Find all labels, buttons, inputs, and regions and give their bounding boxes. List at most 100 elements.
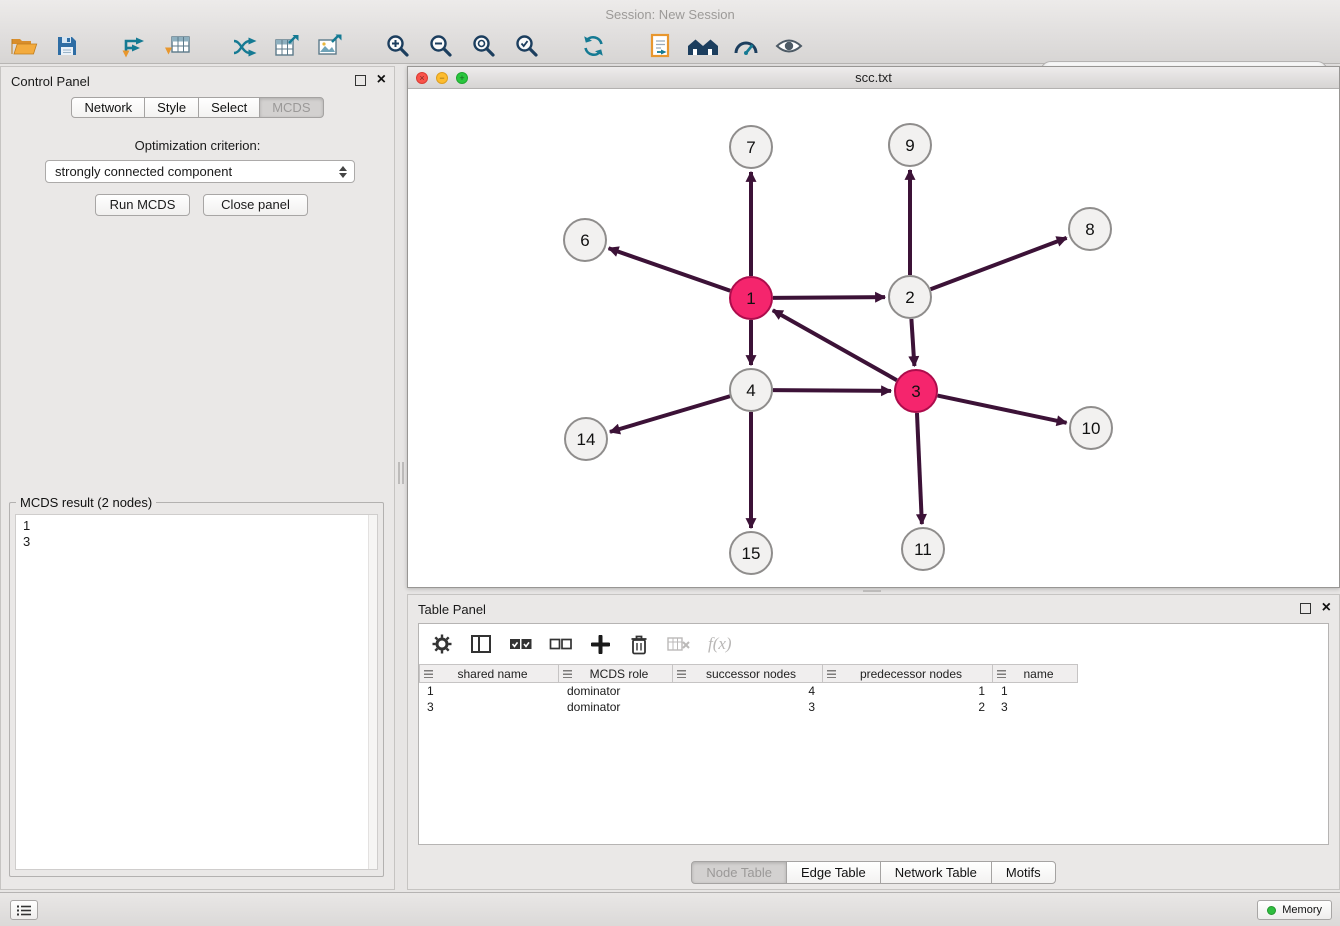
tab-mcds[interactable]: MCDS [259,97,323,118]
close-panel-icon[interactable]: × [377,71,386,89]
delete-column-icon[interactable] [628,632,650,656]
column-header-mcds-role[interactable]: MCDS role [559,664,673,683]
graph-node-label: 11 [914,540,932,559]
deselect-all-icon[interactable] [549,632,572,656]
tab-motifs[interactable]: Motifs [991,861,1056,884]
graph-edge-2-8[interactable] [931,238,1067,289]
table-cell: 1 [993,683,1078,699]
graph-node-label: 14 [577,430,596,449]
table-cell: 2 [823,699,993,715]
table-panel: Table Panel × [407,594,1340,890]
table-panel-tabs: Node TableEdge TableNetwork TableMotifs [408,861,1339,884]
table-cell: 4 [673,683,823,699]
column-type-icon [997,670,1006,678]
settings-gear-icon[interactable] [431,632,453,656]
home-network-icon[interactable] [687,31,719,61]
graph-node-label: 15 [742,544,761,563]
close-table-panel-icon[interactable]: × [1322,599,1331,617]
graph-edge-3-1[interactable] [773,310,897,380]
mcds-result-listbox[interactable]: 1 3 [15,514,378,870]
memory-status-icon [1267,906,1276,915]
zoom-in-icon[interactable] [381,31,413,61]
column-header-successor-nodes[interactable]: successor nodes [673,664,823,683]
tab-network[interactable]: Network [71,97,145,118]
graph-edge-1-2[interactable] [773,297,885,298]
panel-splitter[interactable] [396,455,405,491]
close-window-icon[interactable]: × [416,72,428,84]
tab-edge-table[interactable]: Edge Table [786,861,881,884]
node-table-body: 1dominator4113dominator323 [419,683,1328,715]
table-cell: 3 [673,699,823,715]
function-icon[interactable]: f(x) [708,632,732,656]
graph-edge-2-3[interactable] [911,319,914,366]
column-header-shared-name[interactable]: shared name [419,664,559,683]
export-table-icon[interactable] [271,31,303,61]
copy-document-icon[interactable] [644,31,676,61]
select-all-icon[interactable] [509,632,532,656]
run-mcds-button[interactable]: Run MCDS [95,194,190,216]
network-share-icon[interactable] [228,31,260,61]
tab-network-table[interactable]: Network Table [880,861,992,884]
graph-node-label: 9 [905,136,914,155]
status-bar: Memory [0,892,1340,926]
graph-edge-3-11[interactable] [917,413,922,524]
node-table-header: shared nameMCDS rolesuccessor nodesprede… [419,664,1328,683]
table-cell: 3 [993,699,1078,715]
graph-edge-4-14[interactable] [610,396,730,432]
zoom-selected-icon[interactable] [510,31,542,61]
result-scrollbar[interactable] [368,515,377,869]
table-cell: 1 [823,683,993,699]
zoom-window-icon[interactable]: + [456,72,468,84]
mcds-result-list: 1 3 [16,515,377,550]
tab-select[interactable]: Select [198,97,260,118]
minimize-window-icon[interactable]: − [436,72,448,84]
memory-button[interactable]: Memory [1257,900,1332,920]
save-icon[interactable] [51,31,83,61]
column-header-name[interactable]: name [993,664,1078,683]
criterion-dropdown-value: strongly connected component [55,164,232,179]
mcds-result-group: MCDS result (2 nodes) 1 3 [9,495,384,877]
dropdown-arrows-icon [336,164,350,180]
graph-edge-4-3[interactable] [773,390,891,391]
tab-style[interactable]: Style [144,97,199,118]
graph-node-label: 1 [746,289,755,308]
window-title: Session: New Session [605,7,734,22]
network-window-titlebar[interactable]: × − + scc.txt [408,67,1339,89]
zoom-fit-icon[interactable] [467,31,499,61]
open-folder-icon[interactable] [8,31,40,61]
network-window: × − + scc.txt 1234678910111415 [407,66,1340,588]
zoom-out-icon[interactable] [424,31,456,61]
graph-node-label: 10 [1082,419,1101,438]
graph-edge-3-10[interactable] [938,396,1067,423]
float-panel-icon[interactable] [355,75,366,86]
task-list-icon[interactable] [10,900,38,920]
network-window-title: scc.txt [855,70,892,85]
control-panel-tabs: NetworkStyleSelectMCDS [1,97,394,118]
tab-node-table[interactable]: Node Table [691,861,787,884]
import-table-icon[interactable] [161,31,193,61]
float-table-panel-icon[interactable] [1300,603,1311,614]
refresh-icon[interactable] [577,31,609,61]
table-row[interactable]: 1dominator411 [419,683,1328,699]
network-canvas[interactable]: 1234678910111415 [408,89,1339,587]
column-type-icon [827,670,836,678]
delete-table-icon[interactable] [667,632,691,656]
table-row[interactable]: 3dominator323 [419,699,1328,715]
gauge-icon[interactable] [730,31,762,61]
close-panel-button[interactable]: Close panel [203,194,308,216]
criterion-dropdown[interactable]: strongly connected component [45,160,355,183]
table-cell: dominator [559,683,673,699]
eye-icon[interactable] [773,31,805,61]
column-type-icon [424,670,433,678]
column-header-label: shared name [433,667,558,681]
graph-edge-1-6[interactable] [609,248,731,290]
table-cell: 3 [419,699,559,715]
export-image-icon[interactable] [314,31,346,61]
import-network-icon[interactable] [118,31,150,61]
column-header-predecessor-nodes[interactable]: predecessor nodes [823,664,993,683]
columns-icon[interactable] [470,632,492,656]
add-column-icon[interactable] [589,632,611,656]
control-panel: Control Panel × NetworkStyleSelectMCDS O… [0,66,395,890]
column-type-icon [677,670,686,678]
table-cell: 1 [419,683,559,699]
